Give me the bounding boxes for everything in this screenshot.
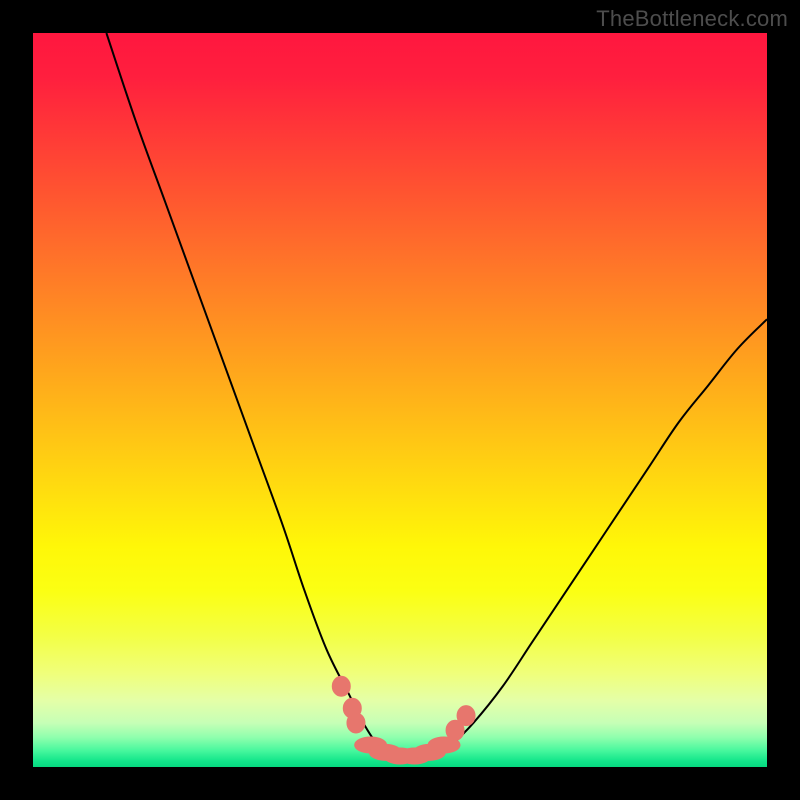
chart-frame: TheBottleneck.com — [0, 0, 800, 800]
chart-svg — [33, 33, 767, 767]
chart-plot-area — [33, 33, 767, 767]
watermark-text: TheBottleneck.com — [596, 6, 788, 32]
curve-marker — [332, 676, 350, 696]
curve-marker — [347, 713, 365, 733]
curve-marker — [457, 706, 475, 726]
